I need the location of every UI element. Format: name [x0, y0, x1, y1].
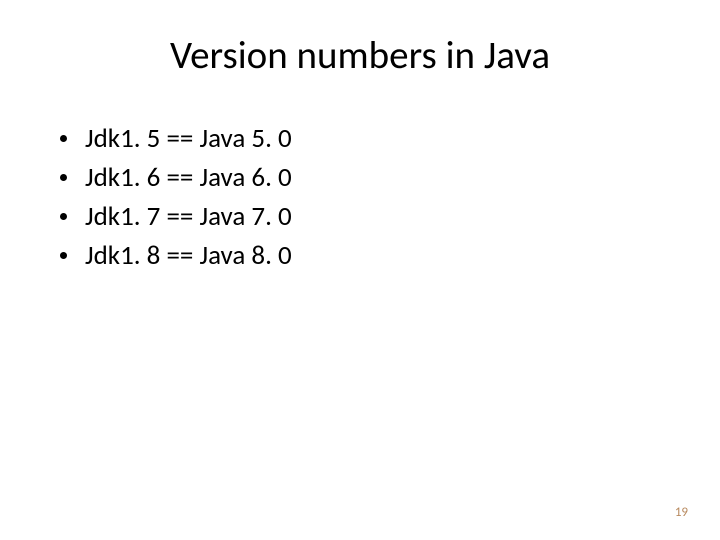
bullet-text: Jdk1. 7 == Java 7. 0 — [85, 197, 670, 236]
slide-content: Jdk1. 5 == Java 5. 0 Jdk1. 6 == Java 6. … — [50, 119, 670, 500]
list-item: Jdk1. 8 == Java 8. 0 — [60, 236, 670, 275]
bullet-icon — [60, 135, 67, 142]
list-item: Jdk1. 6 == Java 6. 0 — [60, 158, 670, 197]
slide-title: Version numbers in Java — [50, 32, 670, 79]
bullet-text: Jdk1. 5 == Java 5. 0 — [85, 119, 670, 158]
bullet-icon — [60, 252, 67, 259]
bullet-text: Jdk1. 6 == Java 6. 0 — [85, 158, 670, 197]
bullet-text: Jdk1. 8 == Java 8. 0 — [85, 236, 670, 275]
bullet-list: Jdk1. 5 == Java 5. 0 Jdk1. 6 == Java 6. … — [50, 119, 670, 276]
bullet-icon — [60, 174, 67, 181]
list-item: Jdk1. 5 == Java 5. 0 — [60, 119, 670, 158]
bullet-icon — [60, 213, 67, 220]
list-item: Jdk1. 7 == Java 7. 0 — [60, 197, 670, 236]
page-number: 19 — [675, 505, 688, 520]
slide-container: Version numbers in Java Jdk1. 5 == Java … — [0, 0, 720, 540]
